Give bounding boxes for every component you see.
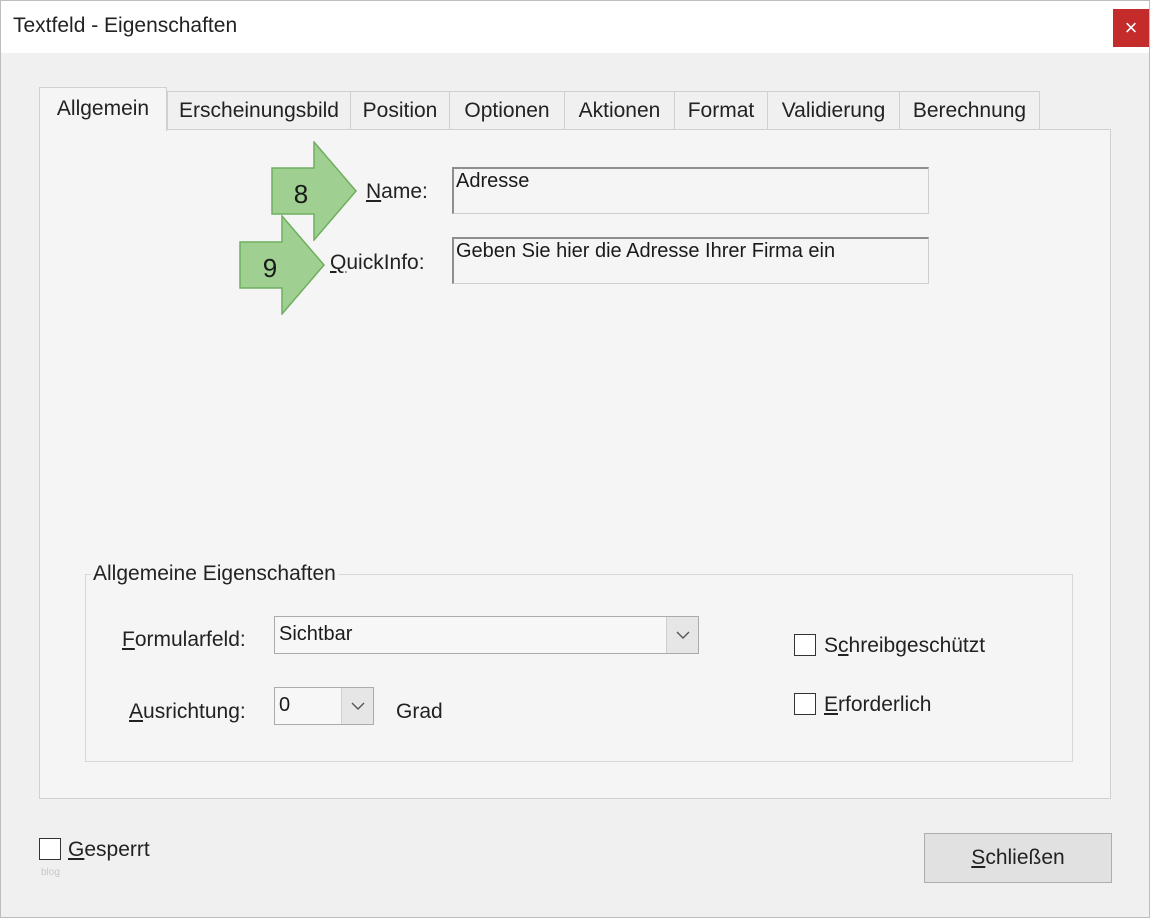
readonly-checkbox[interactable] bbox=[794, 634, 816, 656]
watermark-text: blog bbox=[41, 867, 60, 878]
tab-panel-allgemein: 8 9 Name: Adresse QuickInfo: Geben Sie h… bbox=[39, 129, 1111, 799]
close-button[interactable]: Schließen bbox=[924, 833, 1112, 883]
orientation-select[interactable]: 0 bbox=[274, 687, 374, 725]
general-properties-group bbox=[85, 574, 1073, 762]
quickinfo-input[interactable]: Geben Sie hier die Adresse Ihrer Firma e… bbox=[452, 237, 929, 284]
annotation-number-8: 8 bbox=[294, 179, 308, 209]
name-input[interactable]: Adresse bbox=[452, 167, 929, 214]
tab-optionen[interactable]: Optionen bbox=[449, 91, 565, 129]
locked-checkbox[interactable] bbox=[39, 838, 61, 860]
orientation-value: 0 bbox=[279, 694, 291, 716]
chevron-down-icon bbox=[351, 702, 365, 710]
tab-validierung[interactable]: Validierung bbox=[767, 91, 900, 129]
form-field-value: Sichtbar bbox=[279, 623, 353, 645]
tab-format[interactable]: Format bbox=[674, 91, 768, 129]
orientation-unit: Grad bbox=[396, 700, 443, 723]
required-checkbox[interactable] bbox=[794, 693, 816, 715]
readonly-label[interactable]: Schreibgeschützt bbox=[824, 634, 985, 658]
tab-position[interactable]: Position bbox=[350, 91, 450, 129]
form-field-dropdown-button[interactable] bbox=[666, 617, 698, 653]
chevron-down-icon bbox=[676, 631, 690, 639]
tab-aktionen[interactable]: Aktionen bbox=[564, 91, 675, 129]
annotation-arrow-9: 9 bbox=[239, 215, 325, 315]
orientation-label: Ausrichtung: bbox=[129, 700, 246, 723]
required-label[interactable]: Erforderlich bbox=[824, 693, 931, 717]
dialog-window: Textfeld - Eigenschaften × Allgemein Ers… bbox=[0, 0, 1150, 918]
annotation-number-9: 9 bbox=[263, 253, 277, 283]
form-field-label: Formularfeld: bbox=[122, 628, 246, 651]
tab-berechnung[interactable]: Berechnung bbox=[899, 91, 1040, 129]
title-bar: Textfeld - Eigenschaften × bbox=[1, 1, 1149, 53]
locked-label[interactable]: Gesperrt bbox=[68, 838, 150, 862]
close-icon: × bbox=[1124, 15, 1138, 40]
quickinfo-label: QuickInfo: bbox=[330, 251, 425, 274]
tab-erscheinungsbild[interactable]: Erscheinungsbild bbox=[167, 91, 351, 129]
close-window-button[interactable]: × bbox=[1113, 9, 1149, 47]
window-title: Textfeld - Eigenschaften bbox=[13, 14, 238, 37]
tab-allgemein[interactable]: Allgemein bbox=[39, 87, 167, 131]
group-title: Allgemeine Eigenschaften bbox=[91, 562, 338, 586]
name-label: Name: bbox=[366, 180, 428, 203]
form-field-select[interactable]: Sichtbar bbox=[274, 616, 699, 654]
orientation-dropdown-button[interactable] bbox=[341, 688, 373, 724]
